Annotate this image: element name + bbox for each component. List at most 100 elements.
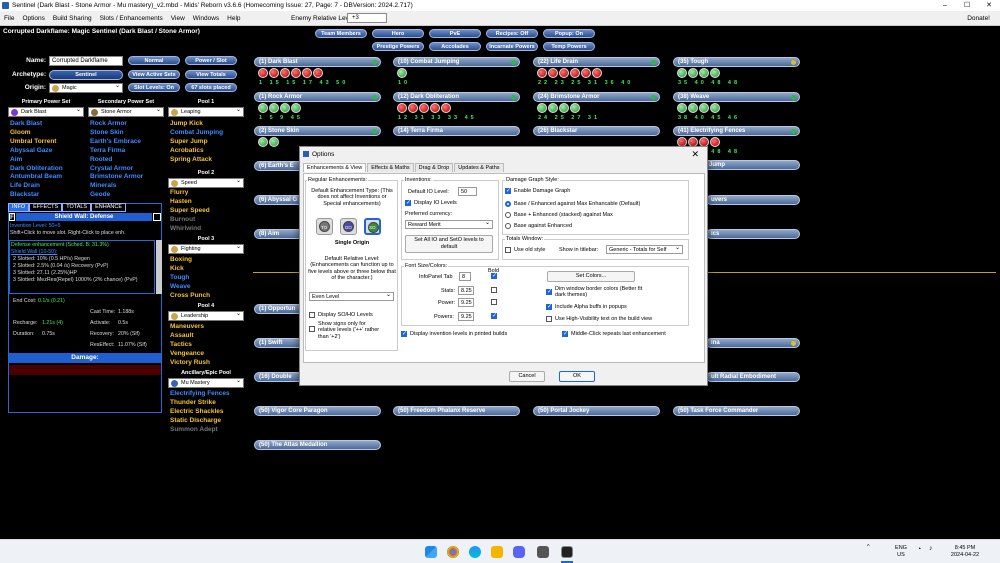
enhancement-slot[interactable] <box>559 103 569 113</box>
ok-button[interactable]: OK <box>559 371 595 382</box>
power-hasten[interactable]: Hasten <box>170 198 210 207</box>
menu-view[interactable]: View <box>167 11 189 26</box>
menu-options[interactable]: Options <box>18 11 48 26</box>
power-summon-adept[interactable]: Summon Adept <box>170 426 230 435</box>
epic-pool-select[interactable]: Mu Mastery <box>168 378 244 388</box>
stats-bold-checkbox[interactable] <box>491 287 497 293</box>
tab-enhancements-view[interactable]: Enhancements & View <box>303 163 367 172</box>
currency-select[interactable]: Reward Merit <box>405 219 493 229</box>
enhancement-slot[interactable] <box>291 68 301 78</box>
accolades-button[interactable]: Accolades <box>429 42 481 51</box>
power-earths-embrace[interactable]: Earth's Embrace <box>90 138 143 147</box>
display-inv-print-checkbox[interactable] <box>401 330 407 337</box>
radio-base-enhanced-max[interactable] <box>505 201 511 207</box>
enhancement-slot[interactable] <box>397 103 407 113</box>
power-boxing[interactable]: Boxing <box>170 256 210 265</box>
windows-start-icon[interactable] <box>425 546 437 558</box>
enhancement-slot[interactable] <box>258 137 268 147</box>
hero-button[interactable]: Hero <box>372 29 424 38</box>
tray-chevron-icon[interactable]: ^ <box>867 544 870 551</box>
set-colors-button[interactable]: Set Colors... <box>547 271 635 282</box>
power-rock-armor[interactable]: Rock Armor <box>90 120 143 129</box>
build-power-dark-blast[interactable]: (1) Dark Blast <box>254 57 381 67</box>
build-power-tough[interactable]: (35) Tough <box>673 57 800 67</box>
dialog-close-button[interactable]: ✕ <box>691 149 699 160</box>
enhancement-slot[interactable] <box>677 68 687 78</box>
enhancement-slot[interactable] <box>592 68 602 78</box>
build-power-earths-embrace[interactable]: (6) Earth's E <box>254 161 304 171</box>
infopanel-size-input[interactable]: 8 <box>459 272 471 281</box>
recipes-button[interactable]: Recipes: Off <box>486 29 538 38</box>
power-minerals[interactable]: Minerals <box>90 182 143 191</box>
power-abyssal-gaze[interactable]: Abyssal Gaze <box>10 147 63 156</box>
language-indicator[interactable]: ENG US <box>893 545 909 558</box>
tab-effects[interactable]: EFFECTS <box>29 203 63 212</box>
power-super-jump[interactable]: Super Jump <box>170 138 223 147</box>
enhancement-slot[interactable] <box>699 103 709 113</box>
pool1-select[interactable]: Leaping <box>168 107 244 117</box>
origin-select[interactable]: Magic <box>49 83 123 93</box>
titlebar-select[interactable]: Generic - Totals for Self <box>606 244 683 254</box>
power-rooted[interactable]: Rooted <box>90 156 143 165</box>
power-geode[interactable]: Geode <box>90 191 143 200</box>
expand-icon[interactable] <box>153 213 161 221</box>
slots-placed-button[interactable]: 67 slots placed <box>185 83 237 92</box>
enhancement-slot[interactable] <box>313 68 323 78</box>
build-power-electrifying-fences[interactable]: (41) Electrifying Fences <box>673 126 800 136</box>
infopanel-bold-checkbox[interactable] <box>491 272 497 279</box>
build-power-rock-armor[interactable]: (1) Rock Armor <box>254 92 381 102</box>
file-explorer-icon[interactable] <box>491 546 503 558</box>
power-dark-blast[interactable]: Dark Blast <box>10 120 63 129</box>
build-power-combat-jumping[interactable]: (10) Combat Jumping <box>393 57 520 67</box>
build-power-brimstone-armor[interactable]: (24) Brimstone Armor <box>533 92 660 102</box>
info-scrollbar[interactable] <box>156 240 162 294</box>
enhancement-slot[interactable] <box>258 68 268 78</box>
power-maneuvers[interactable]: Maneuvers <box>170 323 210 332</box>
tab-enhance[interactable]: ENHANCE <box>91 203 126 212</box>
power-whirlwind[interactable]: Whirlwind <box>170 225 210 234</box>
power-umbral-torrent[interactable]: Umbral Torrent <box>10 138 63 147</box>
radio-base-vs-enhanced[interactable] <box>505 223 511 229</box>
enhancement-slot[interactable] <box>710 103 720 113</box>
pve-button[interactable]: PvE <box>429 29 481 38</box>
enhancement-slot[interactable] <box>258 103 268 113</box>
enhancement-slot[interactable] <box>699 68 709 78</box>
default-io-input[interactable]: 50 <box>458 187 477 196</box>
view-active-sets-button[interactable]: View Active Sets <box>128 70 180 79</box>
power-stone-skin[interactable]: Stone Skin <box>90 129 143 138</box>
enhancement-slot[interactable] <box>280 103 290 113</box>
power-electrifying-fences[interactable]: Electrifying Fences <box>170 390 230 399</box>
minimize-button[interactable]: – <box>934 0 956 11</box>
enhancement-slot[interactable] <box>570 68 580 78</box>
wifi-icon[interactable]: ◔ <box>917 546 921 554</box>
build-power-tactics[interactable]: ics <box>706 229 800 239</box>
power-bold-checkbox[interactable] <box>491 299 497 305</box>
float-toggle[interactable]: F <box>9 213 15 221</box>
primary-set-select[interactable]: Dark Blast <box>8 107 84 117</box>
enhancement-slot[interactable] <box>302 68 312 78</box>
power-electric-shackles[interactable]: Electric Shackles <box>170 408 230 417</box>
enhancement-slot[interactable] <box>548 68 558 78</box>
build-power-vigor-core[interactable]: (50) Vigor Core Paragon <box>254 406 381 416</box>
enhancement-slot[interactable] <box>710 137 720 147</box>
powers-bold-checkbox[interactable] <box>491 312 497 319</box>
power-flurry[interactable]: Flurry <box>170 189 210 198</box>
power-terra-firma[interactable]: Terra Firma <box>90 147 143 156</box>
power-vengeance[interactable]: Vengeance <box>170 350 210 359</box>
power-life-drain[interactable]: Life Drain <box>10 182 63 191</box>
set-all-io-button[interactable]: Set All IO and SetO levels to default <box>405 235 493 253</box>
include-alpha-checkbox[interactable] <box>546 303 552 310</box>
show-signs-checkbox[interactable] <box>309 326 315 332</box>
enhancement-slot[interactable] <box>269 103 279 113</box>
calculator-icon[interactable] <box>537 546 549 558</box>
power-size-input[interactable]: 9.25 <box>458 298 474 307</box>
enhancement-slot[interactable] <box>581 68 591 78</box>
power-tough[interactable]: Tough <box>170 274 210 283</box>
enhancement-slot[interactable] <box>419 103 429 113</box>
middle-click-checkbox[interactable] <box>562 330 568 337</box>
power-super-speed[interactable]: Super Speed <box>170 207 210 216</box>
menu-slots-enhancements[interactable]: Slots / Enhancements <box>96 11 167 26</box>
enhancement-slot[interactable] <box>537 103 547 113</box>
enhancement-slot[interactable] <box>559 68 569 78</box>
build-power-task-force-commander[interactable]: (50) Task Force Commander <box>673 406 800 416</box>
